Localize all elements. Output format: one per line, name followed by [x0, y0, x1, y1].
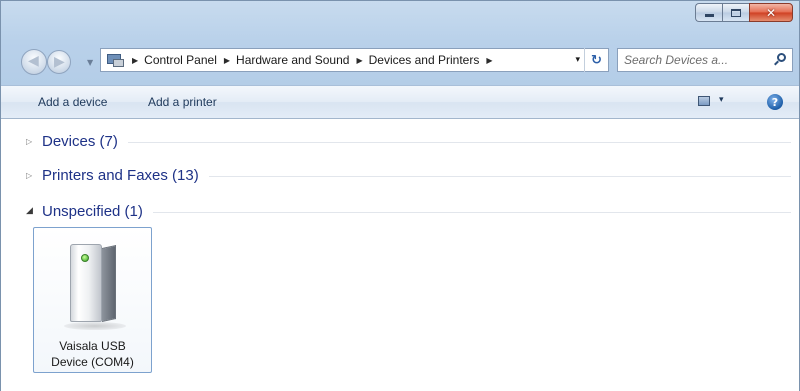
breadcrumb-separator-icon[interactable]: ▶	[486, 56, 492, 65]
device-label: Vaisala USB Device (COM4)	[34, 338, 151, 370]
address-history-dropdown-icon[interactable]: ▾	[575, 55, 580, 65]
view-icon	[698, 96, 710, 106]
refresh-icon: ↻	[591, 52, 602, 68]
expand-chevron-icon[interactable]: ▷	[26, 171, 38, 180]
caption-buttons: ✕	[695, 3, 793, 22]
explorer-window: ✕ ◀ ▶ ▼ ▶ Control Panel ▶ Hardware and S…	[0, 0, 800, 391]
breadcrumb-hardware-and-sound[interactable]: Hardware and Sound	[236, 53, 349, 67]
refresh-button[interactable]: ↻	[584, 48, 608, 72]
group-header-printers[interactable]: ▷ Printers and Faxes (13)	[1, 165, 799, 185]
recent-pages-dropdown-icon[interactable]: ▼	[87, 58, 93, 67]
search-input[interactable]	[624, 53, 770, 67]
breadcrumb-devices-and-printers[interactable]: Devices and Printers	[369, 53, 480, 67]
view-dropdown-icon: ▾	[719, 95, 724, 105]
usb-device-icon	[64, 240, 126, 330]
back-arrow-icon: ◀	[28, 53, 39, 69]
group-title-printers[interactable]: Printers and Faxes (13)	[42, 167, 199, 184]
add-device-button[interactable]: Add a device	[38, 95, 107, 109]
device-label-line1: Vaisala USB	[59, 339, 126, 353]
group-divider	[208, 175, 791, 177]
back-button[interactable]: ◀	[21, 49, 47, 75]
search-icon[interactable]	[774, 53, 786, 66]
breadcrumb-separator-icon[interactable]: ▶	[132, 56, 138, 65]
help-icon: ?	[771, 95, 779, 109]
group-header-devices[interactable]: ▷ Devices (7)	[1, 131, 799, 151]
device-label-line2: Device (COM4)	[51, 355, 134, 369]
maximize-icon	[731, 8, 741, 17]
help-button[interactable]: ?	[767, 94, 783, 110]
forward-button[interactable]: ▶	[47, 50, 71, 74]
close-button[interactable]: ✕	[749, 3, 793, 22]
group-divider	[127, 141, 791, 143]
device-tile[interactable]: Vaisala USB Device (COM4)	[33, 227, 152, 373]
group-title-unspecified[interactable]: Unspecified (1)	[42, 203, 143, 220]
add-printer-button[interactable]: Add a printer	[148, 95, 217, 109]
forward-arrow-icon: ▶	[54, 54, 65, 70]
devices-and-printers-icon	[107, 52, 125, 68]
address-bar[interactable]: ▶ Control Panel ▶ Hardware and Sound ▶ D…	[100, 48, 609, 72]
close-icon: ✕	[765, 5, 777, 20]
command-bar: Add a device Add a printer ▾ ?	[1, 85, 799, 119]
group-divider	[152, 211, 791, 213]
breadcrumb-control-panel[interactable]: Control Panel	[144, 53, 217, 67]
group-header-unspecified[interactable]: ◢ Unspecified (1)	[1, 201, 799, 221]
search-box	[617, 48, 793, 72]
expand-chevron-icon[interactable]: ▷	[26, 137, 38, 146]
navigation-bar: ◀ ▶ ▼ ▶ Control Panel ▶ Hardware and Sou…	[1, 45, 800, 77]
breadcrumb-separator-icon[interactable]: ▶	[356, 56, 362, 65]
breadcrumb-separator-icon[interactable]: ▶	[224, 56, 230, 65]
change-view-button[interactable]: ▾	[694, 95, 730, 110]
group-title-devices[interactable]: Devices (7)	[42, 133, 118, 150]
maximize-button[interactable]	[722, 3, 749, 22]
minimize-icon	[704, 13, 714, 17]
minimize-button[interactable]	[695, 3, 722, 22]
content-pane: ▷ Devices (7) ▷ Printers and Faxes (13) …	[1, 119, 799, 391]
collapse-chevron-icon[interactable]: ◢	[26, 206, 38, 216]
status-led-icon	[81, 254, 89, 262]
